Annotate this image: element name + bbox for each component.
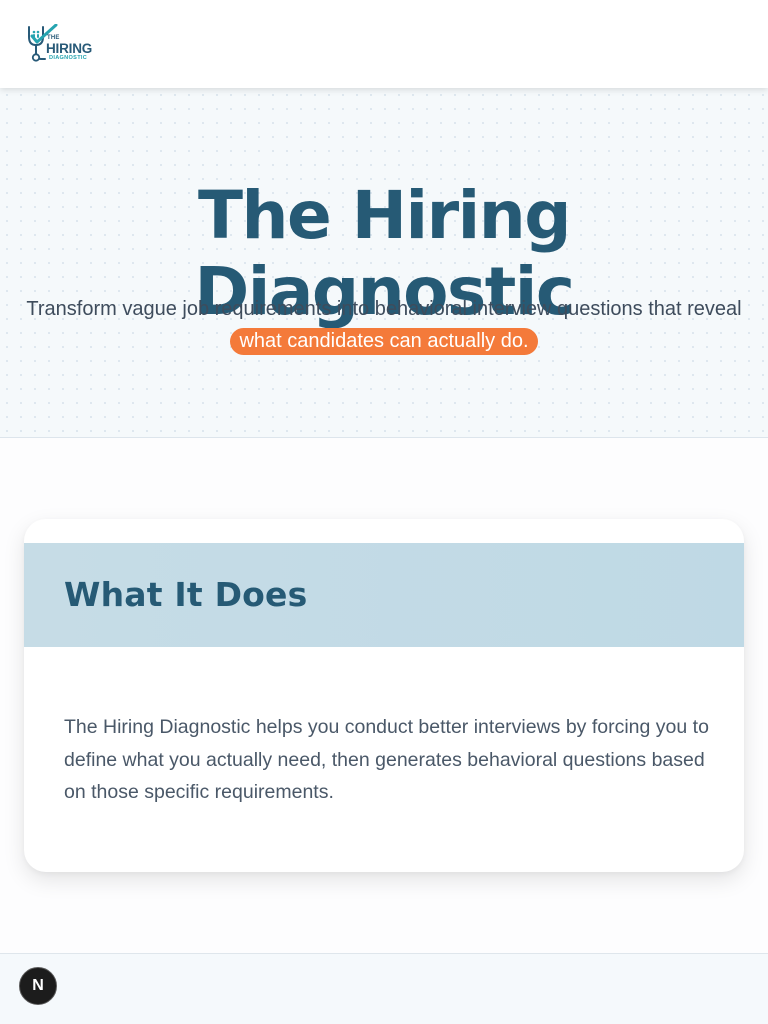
card-header: What It Does — [24, 543, 744, 647]
hero-subtitle-text: Transform vague job requirements into be… — [26, 298, 742, 320]
what-it-does-card: What It Does The Hiring Diagnostic helps… — [24, 519, 744, 872]
logo-text-diagnostic: DIAGNOSTIC — [49, 55, 88, 61]
site-header: THE HIRING DIAGNOSTIC — [0, 0, 768, 88]
hero-subtitle-highlight: what candidates can actually do. — [230, 328, 538, 355]
hero-subtitle: Transform vague job requirements into be… — [20, 293, 748, 357]
next-section — [0, 953, 768, 1024]
card-body-text: The Hiring Diagnostic helps you conduct … — [64, 716, 709, 803]
card-title: What It Does — [64, 575, 308, 614]
logo[interactable]: THE HIRING DIAGNOSTIC — [26, 24, 96, 64]
hero-section: The Hiring Diagnostic Transform vague jo… — [0, 88, 768, 438]
logo-text-hiring: HIRING — [46, 41, 93, 56]
n-badge-button[interactable]: N — [19, 967, 57, 1005]
